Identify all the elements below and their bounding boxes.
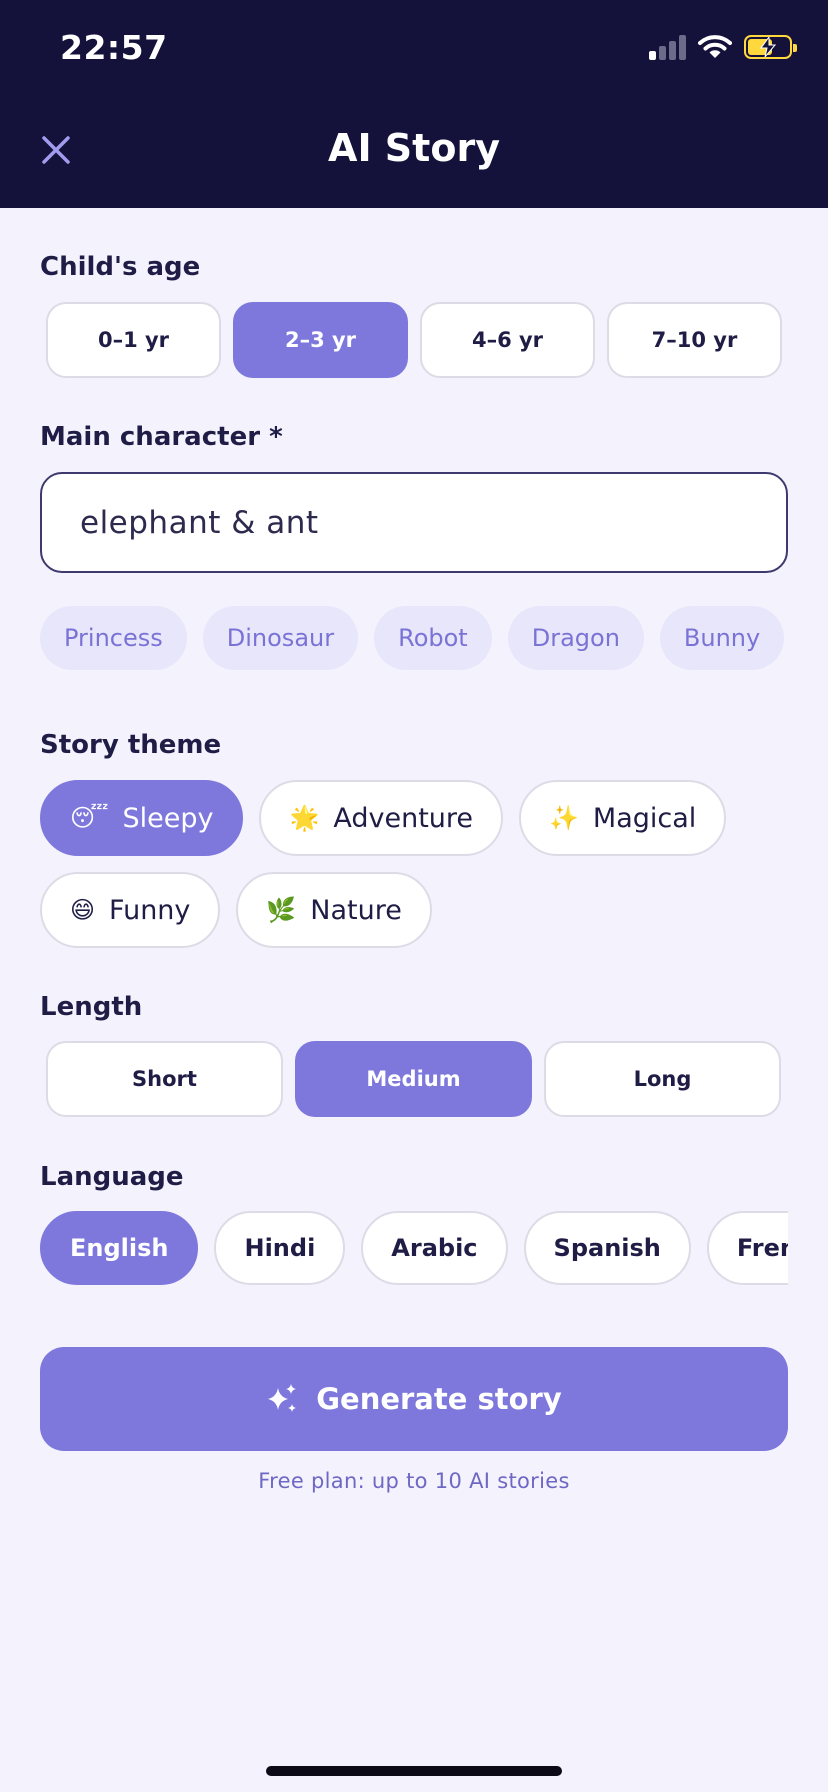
language-option-english[interactable]: English [40,1211,199,1285]
age-option-0-1[interactable]: 0–1 yr [46,302,221,378]
length-option-medium[interactable]: Medium [295,1041,532,1117]
language-option-hindi[interactable]: Hindi [214,1211,346,1285]
main-character-input[interactable]: elephant & ant [40,472,788,573]
theme-section-label: Story theme [40,730,222,760]
age-option-4-6[interactable]: 4–6 yr [420,302,595,378]
generate-story-button[interactable]: Generate story [40,1347,788,1451]
home-indicator[interactable] [266,1766,562,1776]
theme-chip-sleepy[interactable]: 😴 Sleepy [40,780,244,856]
theme-chip-adventure[interactable]: 🌟 Adventure [259,780,504,856]
age-section-label: Child's age [40,252,201,282]
sparkles-icon: ✨ [549,804,579,832]
herb-leaf-icon: 🌿 [266,896,297,924]
theme-chip-label: Sleepy [122,802,214,834]
top-bar: 22:57 AI Story [0,0,828,208]
sparkles-icon [268,1384,297,1412]
status-time: 22:57 [60,28,168,67]
language-option-arabic[interactable]: Arabic [361,1211,508,1285]
theme-chip-label: Magical [592,802,697,834]
theme-chip-label: Nature [310,894,402,926]
theme-chip-nature[interactable]: 🌿 Nature [236,872,432,948]
suggestion-dinosaur[interactable]: Dinosaur [202,606,359,670]
suggestion-dragon[interactable]: Dragon [507,606,644,670]
character-suggestions: Princess Dinosaur Robot Dragon Bunny [40,606,785,670]
length-option-long[interactable]: Long [544,1041,781,1117]
theme-chip-magical[interactable]: ✨ Magical [519,780,727,856]
theme-row-1: 😴 Sleepy 🌟 Adventure ✨ Magical [40,780,727,856]
length-selector: Short Medium Long [46,1041,781,1117]
suggestion-princess[interactable]: Princess [40,606,187,670]
theme-chip-label: Adventure [333,802,474,834]
cellular-signal-icon [649,34,686,60]
battery-charging-icon [744,35,797,59]
age-selector: 0–1 yr 2–3 yr 4–6 yr 7–10 yr [46,302,782,378]
age-option-7-10[interactable]: 7–10 yr [607,302,782,378]
suggestion-robot[interactable]: Robot [374,606,492,670]
language-option-french[interactable]: French [706,1211,788,1285]
language-option-spanish[interactable]: Spanish [523,1211,691,1285]
free-plan-note: Free plan: up to 10 AI stories [258,1469,570,1493]
length-section-label: Length [40,992,143,1022]
generate-story-label: Generate story [316,1382,562,1416]
length-option-short[interactable]: Short [46,1041,283,1117]
status-icons [649,34,797,60]
star-icon: 🌟 [289,804,320,832]
page-title: AI Story [328,126,500,170]
sleepy-face-icon: 😴 [70,804,109,832]
character-section-label: Main character * [40,422,283,452]
age-option-2-3[interactable]: 2–3 yr [233,302,408,378]
theme-row-2: 😄 Funny 🌿 Nature [40,872,432,948]
language-section-label: Language [40,1162,184,1192]
language-selector[interactable]: English Hindi Arabic Spanish French [40,1211,788,1285]
theme-chip-label: Funny [109,894,191,926]
theme-chip-funny[interactable]: 😄 Funny [40,872,221,948]
grinning-face-icon: 😄 [70,896,96,924]
wifi-icon [698,35,732,58]
suggestion-bunny[interactable]: Bunny [659,606,785,670]
